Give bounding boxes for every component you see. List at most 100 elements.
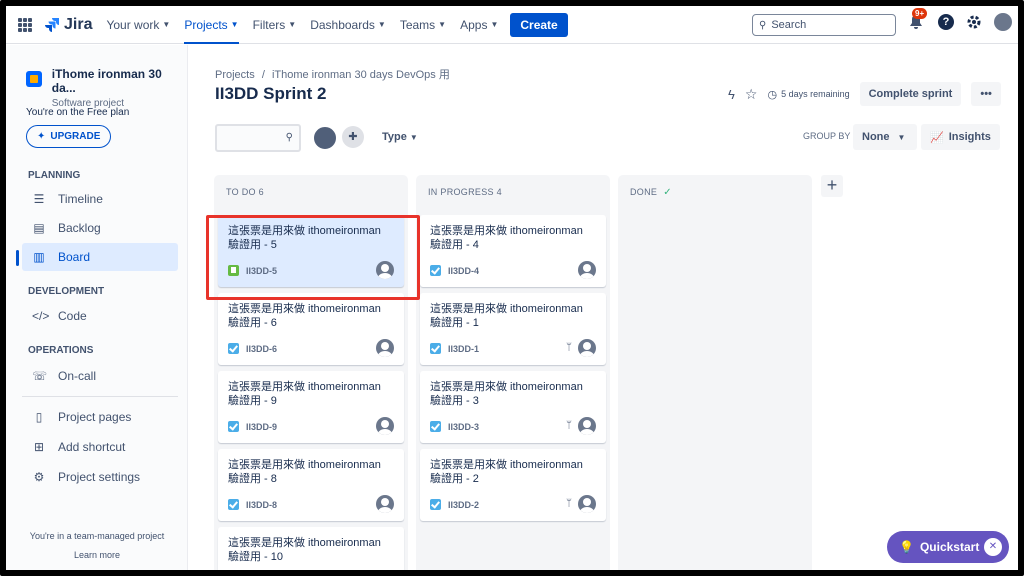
task-icon: [430, 343, 441, 354]
sidebar-divider: [22, 396, 178, 397]
card-summary: 這張票是用來做 ithomeironman 驗證用 - 3: [430, 381, 583, 407]
branch-icon: ᛘ: [566, 420, 572, 431]
column-title-text: TO DO 6: [226, 187, 264, 197]
task-icon: [228, 343, 239, 354]
insights-label: Insights: [948, 131, 991, 143]
sidebar-item-timeline[interactable]: ☰ Timeline: [22, 185, 178, 213]
branch-icon: ᛘ: [566, 342, 572, 353]
issue-card[interactable]: 這張票是用來做 ithomeironman 驗證用 - 9 II3DD-9: [218, 371, 404, 443]
assignee-avatar-icon[interactable]: [578, 339, 596, 357]
lightning-icon[interactable]: ϟ: [728, 87, 735, 102]
sidebar-item-code[interactable]: </> Code: [22, 302, 178, 330]
nav-dashboards[interactable]: Dashboards ▼: [310, 6, 386, 44]
jira-logo-icon: [45, 17, 59, 32]
assignee-avatar-icon[interactable]: [376, 339, 394, 357]
chevron-down-icon: ▼: [288, 20, 297, 29]
add-column-button[interactable]: +: [821, 175, 843, 197]
column-title-text: IN PROGRESS 4: [428, 187, 502, 197]
chevron-down-icon: ▼: [897, 132, 906, 142]
group-by-dropdown[interactable]: None ▼: [853, 124, 918, 150]
highlight-box: [206, 215, 420, 300]
nav-filters[interactable]: Filters ▼: [253, 6, 297, 44]
card-key: II3DD-9: [246, 422, 278, 432]
nav-teams[interactable]: Teams ▼: [400, 6, 446, 44]
breadcrumb-project[interactable]: iThome ironman 30 days DevOps 用: [272, 69, 450, 81]
notification-badge: 9+: [912, 8, 928, 19]
search-input[interactable]: ⚲ Search: [752, 14, 896, 36]
sidebar-item-project-pages[interactable]: ▯ Project pages: [22, 403, 178, 431]
assignee-avatar-icon[interactable]: [376, 495, 394, 513]
upgrade-label: UPGRADE: [50, 131, 101, 142]
page-title: II3DD Sprint 2: [215, 84, 327, 103]
star-icon[interactable]: ☆: [745, 86, 758, 103]
jira-logo[interactable]: Jira: [44, 16, 92, 34]
notifications-button[interactable]: 9+: [906, 8, 928, 32]
card-summary: 這張票是用來做 ithomeironman 驗證用 - 10: [228, 537, 381, 563]
breadcrumb-projects[interactable]: Projects: [215, 69, 255, 81]
assignee-avatar-icon[interactable]: [578, 417, 596, 435]
chevron-down-icon: ▼: [377, 20, 386, 29]
issue-card[interactable]: 這張票是用來做 ithomeironman 驗證用 - 10: [218, 527, 404, 570]
assignee-avatar-icon[interactable]: [578, 261, 596, 279]
issue-card[interactable]: 這張票是用來做 ithomeironman 驗證用 - 6 II3DD-6: [218, 293, 404, 365]
nav-filters-label: Filters: [252, 17, 286, 32]
card-summary: 這張票是用來做 ithomeironman 驗證用 - 6: [228, 303, 381, 329]
sidebar: iThome ironman 30 da... Software project…: [6, 45, 188, 570]
issue-card[interactable]: 這張票是用來做 ithomeironman 驗證用 - 3 II3DD-3 ᛘ: [420, 371, 606, 443]
nav-apps[interactable]: Apps ▼: [460, 6, 498, 44]
assignee-filter-avatar[interactable]: [312, 125, 338, 151]
issue-card[interactable]: 這張票是用來做 ithomeironman 驗證用 - 1 II3DD-1 ᛘ: [420, 293, 606, 365]
chevron-down-icon: ▼: [490, 20, 499, 29]
nav-your-work[interactable]: Your work ▼: [106, 6, 170, 44]
issue-card[interactable]: 這張票是用來做 ithomeironman 驗證用 - 8 II3DD-8: [218, 449, 404, 521]
column-title-text: DONE: [630, 187, 658, 197]
insights-button[interactable]: 📈 Insights: [921, 124, 1000, 150]
more-actions-button[interactable]: •••: [971, 82, 1001, 106]
sidebar-item-label: Backlog: [58, 221, 101, 235]
timeline-icon: ☰: [33, 192, 45, 206]
sidebar-item-project-settings[interactable]: ⚙ Project settings: [22, 463, 178, 491]
card-key: II3DD-6: [246, 344, 278, 354]
close-icon[interactable]: ✕: [984, 538, 1002, 556]
card-key: II3DD-4: [448, 266, 480, 276]
development-section-title: DEVELOPMENT: [28, 286, 105, 297]
branch-icon: ᛘ: [566, 498, 572, 509]
issue-card[interactable]: 這張票是用來做 ithomeironman 驗證用 - 4 II3DD-4: [420, 215, 606, 287]
assignee-avatar-icon[interactable]: [578, 495, 596, 513]
type-filter-dropdown[interactable]: Type ▼: [382, 131, 418, 143]
issue-card[interactable]: 這張票是用來做 ithomeironman 驗證用 - 2 II3DD-2 ᛘ: [420, 449, 606, 521]
backlog-icon: ▤: [33, 221, 45, 235]
check-icon: ✓: [663, 187, 672, 198]
create-button[interactable]: Create: [510, 12, 568, 37]
add-people-icon[interactable]: ✚: [342, 126, 364, 148]
task-icon: [430, 421, 441, 432]
planning-section-title: PLANNING: [28, 170, 81, 181]
nav-projects[interactable]: Projects ▼: [184, 6, 239, 44]
user-avatar[interactable]: [994, 13, 1012, 31]
card-key: II3DD-8: [246, 500, 278, 510]
column-done: DONE ✓: [618, 175, 812, 570]
sidebar-item-board[interactable]: ▥ Board: [22, 243, 178, 271]
sidebar-item-oncall[interactable]: ☏ On-call: [22, 362, 178, 390]
project-header[interactable]: iThome ironman 30 da... Software project: [26, 67, 187, 109]
chevron-down-icon: ▼: [162, 20, 171, 29]
quickstart-button[interactable]: 💡 Quickstart ✕: [887, 531, 1009, 563]
free-plan-text: You're on the Free plan: [26, 107, 130, 118]
sidebar-item-backlog[interactable]: ▤ Backlog: [22, 214, 178, 242]
card-key: II3DD-2: [448, 500, 480, 510]
column-in-progress: IN PROGRESS 4 這張票是用來做 ithomeironman 驗證用 …: [416, 175, 610, 570]
nav-projects-label: Projects: [184, 17, 228, 32]
sidebar-item-add-shortcut[interactable]: ⊞ Add shortcut: [22, 433, 178, 461]
app-switcher-icon[interactable]: [18, 17, 32, 32]
sidebar-item-label: Project pages: [58, 410, 132, 424]
chevron-down-icon: ▼: [230, 20, 239, 29]
gear-icon[interactable]: [966, 14, 982, 30]
help-icon[interactable]: ?: [938, 14, 954, 30]
board-search-input[interactable]: ⚲: [215, 124, 301, 152]
complete-sprint-button[interactable]: Complete sprint: [859, 82, 962, 106]
upgrade-button[interactable]: ✦ UPGRADE: [26, 125, 112, 148]
assignee-avatar-icon[interactable]: [376, 417, 394, 435]
settings-icon: ⚙: [33, 470, 45, 484]
time-remaining: ◷ 5 days remaining: [767, 88, 849, 101]
learn-more-link[interactable]: Learn more: [16, 550, 178, 560]
